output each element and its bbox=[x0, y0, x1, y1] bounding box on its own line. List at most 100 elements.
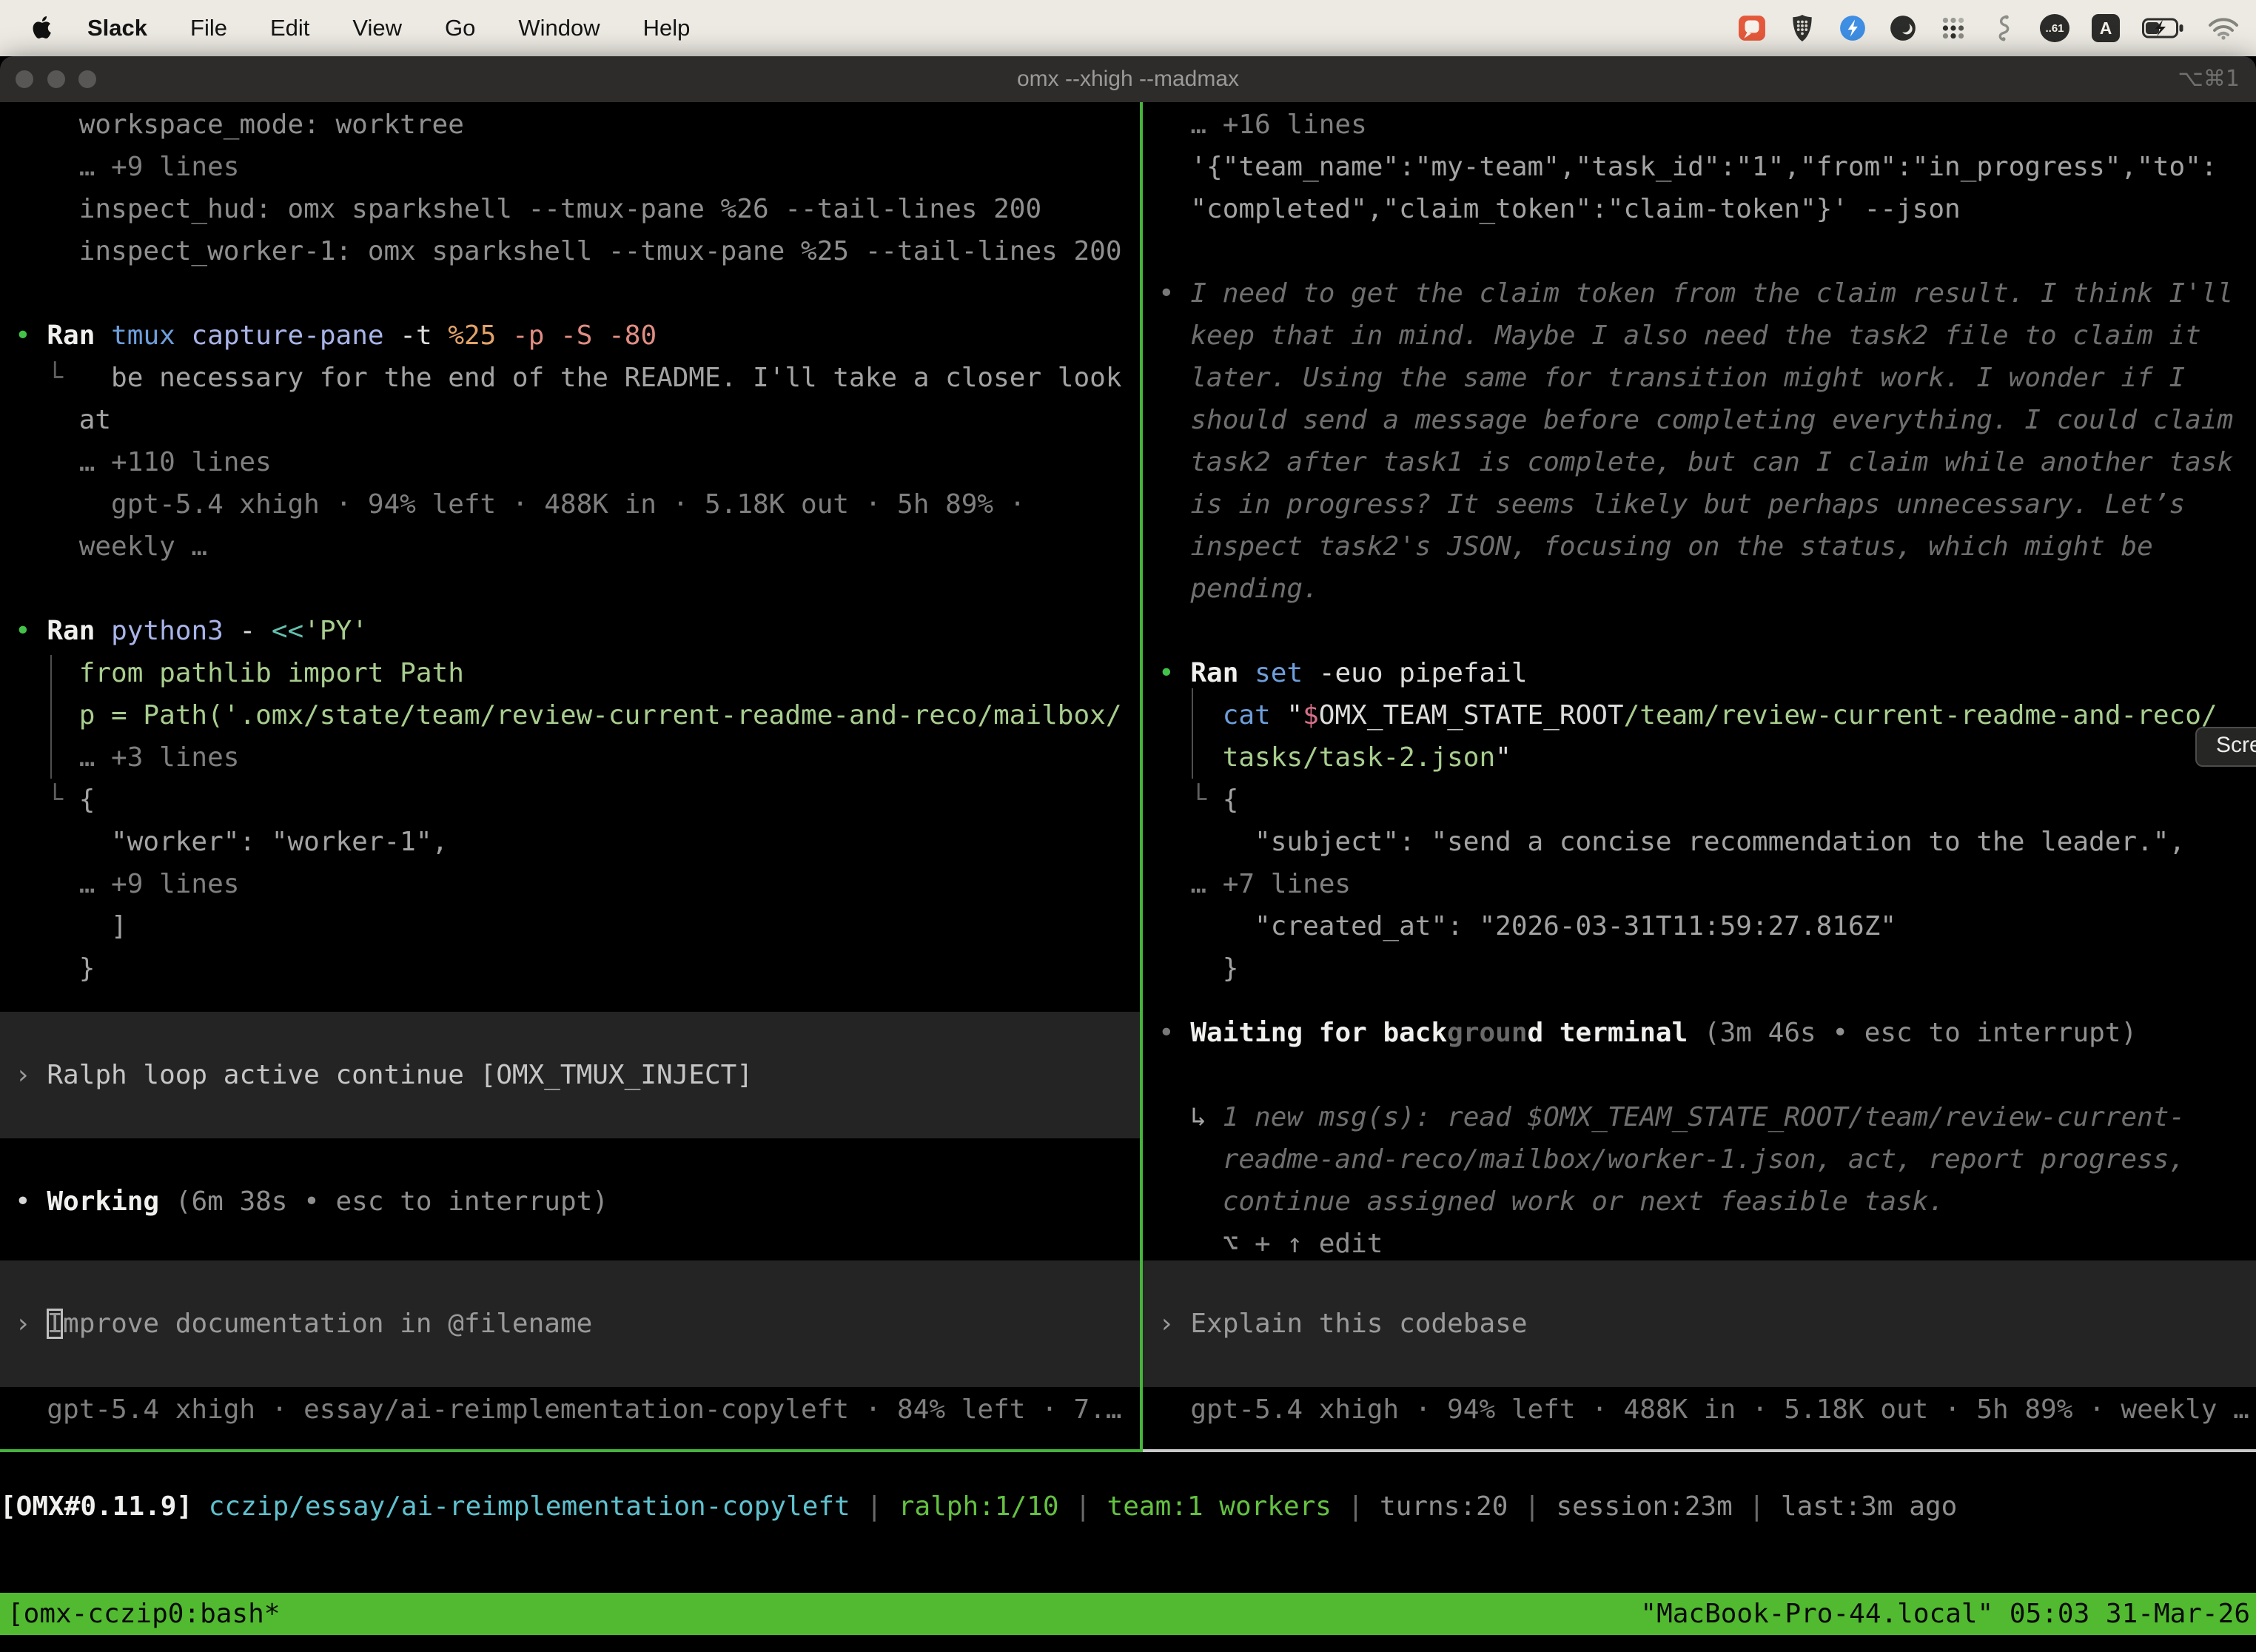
menu-item-help[interactable]: Help bbox=[622, 15, 712, 41]
menu-item-file[interactable]: File bbox=[169, 15, 249, 41]
right-status-text: gpt-5.4 xhigh · 94% left · 488K in · 5.1… bbox=[1143, 1389, 2256, 1431]
menu-item-go[interactable]: Go bbox=[423, 15, 497, 41]
right-prompt-input[interactable]: › Explain this codebase bbox=[1143, 1260, 2256, 1387]
screen-share-overlay: Scre bbox=[2195, 727, 2256, 767]
terminal-line: "worker": "worker-1", bbox=[0, 821, 1140, 863]
terminal-line: … +9 lines bbox=[0, 863, 1140, 905]
messages-badge-icon[interactable] bbox=[1839, 14, 1867, 42]
terminal-line: ⌥ + ↑ edit bbox=[1143, 1223, 2256, 1265]
menu-item-window[interactable]: Window bbox=[497, 15, 621, 41]
dots-grid-icon[interactable] bbox=[1939, 14, 1967, 42]
ran-python-line: • Ran python3 - <<'PY' bbox=[0, 610, 1140, 652]
terminal-line: readme-and-reco/mailbox/worker-1.json, a… bbox=[1143, 1138, 2256, 1181]
ran-tmux-capture-line: • Ran tmux capture-pane -t %25 -p -S -80 bbox=[0, 315, 1140, 357]
tmux-status-bar: [omx-cczip0:bash* "MacBook-Pro-44.local"… bbox=[0, 1593, 2256, 1635]
terminal-window: omx --xhigh --madmax ⌥⌘1 workspace_mode:… bbox=[0, 56, 2256, 1652]
terminal-line bbox=[1143, 1054, 2256, 1096]
slack-notification-icon[interactable] bbox=[1738, 14, 1766, 42]
right-terminal-pane: … +16 lines '{"team_name":"my-team","tas… bbox=[1143, 104, 2256, 1265]
terminal-line: inspect_worker-1: omx sparkshell --tmux-… bbox=[0, 230, 1140, 272]
ralph-loop-line: › Ralph loop active continue [OMX_TMUX_I… bbox=[0, 1054, 1140, 1096]
terminal-line: p = Path('.omx/state/team/review-current… bbox=[0, 694, 1140, 736]
waiting-background-line: • Waiting for background terminal (3m 46… bbox=[1143, 1012, 2256, 1054]
ran-set-pipefail-line: • Ran set -euo pipefail bbox=[1143, 652, 2256, 694]
omx-session-status-line: [OMX#0.11.9] cczip/essay/ai-reimplementa… bbox=[0, 1485, 2256, 1528]
terminal-line: later. Using the same for transition mig… bbox=[1143, 357, 2256, 399]
terminal-line: … +16 lines bbox=[1143, 104, 2256, 146]
tmux-host-clock-label: "MacBook-Pro-44.local" 05:03 31-Mar-26 bbox=[1640, 1593, 2250, 1635]
terminal-line: gpt-5.4 xhigh · 94% left · 488K in · 5.1… bbox=[0, 483, 1140, 526]
terminal-line: '{"team_name":"my-team","task_id":"1","f… bbox=[1143, 146, 2256, 188]
terminal-line: inspect task2's JSON, focusing on the st… bbox=[1143, 526, 2256, 568]
left-pane-status-line: gpt-5.4 xhigh · essay/ai-reimplementatio… bbox=[0, 1389, 1140, 1431]
terminal-line: inspect_hud: omx sparkshell --tmux-pane … bbox=[0, 188, 1140, 230]
terminal-line: } bbox=[1143, 947, 2256, 990]
terminal-line bbox=[0, 990, 1140, 1012]
window-shortcut-hint: ⌥⌘1 bbox=[2178, 56, 2240, 102]
terminal-line: "subject": "send a concise recommendatio… bbox=[1143, 821, 2256, 863]
wifi-icon[interactable] bbox=[2207, 14, 2240, 42]
terminal-line: from pathlib import Path bbox=[0, 652, 1140, 694]
countdown-badge-text: ..61 bbox=[2045, 22, 2064, 35]
screen: SlackFileEditViewGoWindowHelp ..61 bbox=[0, 0, 2256, 1652]
terminal-line bbox=[1143, 990, 2256, 1012]
window-title: omx --xhigh --madmax bbox=[0, 56, 2256, 102]
terminal-line: should send a message before completing … bbox=[1143, 399, 2256, 441]
privacy-shield-icon[interactable] bbox=[1788, 14, 1816, 42]
terminal-line: └ { bbox=[1143, 779, 2256, 821]
battery-charging-icon[interactable] bbox=[2142, 14, 2185, 42]
left-terminal-pane: workspace_mode: worktree … +9 lines insp… bbox=[0, 104, 1140, 1223]
terminal-line: └ { bbox=[0, 779, 1140, 821]
window-title-bar: omx --xhigh --madmax ⌥⌘1 bbox=[0, 56, 2256, 102]
terminal-line: task2 after task1 is complete, but can I… bbox=[1143, 441, 2256, 483]
terminal-line bbox=[0, 1096, 1140, 1138]
terminal-line: } bbox=[0, 947, 1140, 990]
terminal-line bbox=[1143, 610, 2256, 652]
tmux-session-label: [omx-cczip0:bash* bbox=[7, 1593, 280, 1635]
menu-item-view[interactable]: View bbox=[331, 15, 423, 41]
left-input-text: › Improve documentation in @filename bbox=[0, 1303, 1140, 1345]
input-source-icon[interactable]: A bbox=[2092, 14, 2120, 42]
right-input-text: › Explain this codebase bbox=[1143, 1303, 2256, 1345]
terminal-line: └ be necessary for the end of the README… bbox=[0, 357, 1140, 399]
right-pane-status-line: gpt-5.4 xhigh · 94% left · 488K in · 5.1… bbox=[1143, 1389, 2256, 1431]
omx-status-text: [OMX#0.11.9] cczip/essay/ai-reimplementa… bbox=[0, 1485, 2256, 1528]
shortcuts-icon[interactable] bbox=[1990, 14, 2018, 42]
left-status-text: gpt-5.4 xhigh · essay/ai-reimplementatio… bbox=[0, 1389, 1140, 1431]
terminal-line: … +7 lines bbox=[1143, 863, 2256, 905]
terminal-line: is in progress? It seems likely but perh… bbox=[1143, 483, 2256, 526]
terminal-line: "completed","claim_token":"claim-token"}… bbox=[1143, 188, 2256, 230]
terminal-line: pending. bbox=[1143, 568, 2256, 610]
tmux-pane-divider[interactable] bbox=[1140, 102, 1143, 1452]
keyboard-brightness-icon[interactable] bbox=[1889, 14, 1917, 42]
terminal-line: cat "$OMX_TEAM_STATE_ROOT/team/review-cu… bbox=[1143, 694, 2256, 736]
terminal-line bbox=[0, 1012, 1140, 1054]
terminal-line bbox=[0, 568, 1140, 610]
macos-menu-bar: SlackFileEditViewGoWindowHelp ..61 bbox=[0, 0, 2256, 56]
menu-item-slack[interactable]: Slack bbox=[73, 15, 169, 41]
terminal-line bbox=[0, 272, 1140, 315]
terminal-line: workspace_mode: worktree bbox=[0, 104, 1140, 146]
terminal-line: tasks/task-2.json" bbox=[1143, 736, 2256, 779]
right-pane-bottom-border bbox=[1143, 1449, 2256, 1452]
terminal-line: continue assigned work or next feasible … bbox=[1143, 1181, 2256, 1223]
terminal-line: keep that in mind. Maybe I also need the… bbox=[1143, 315, 2256, 357]
left-prompt-input[interactable]: › Improve documentation in @filename bbox=[0, 1260, 1140, 1387]
terminal-line: "created_at": "2026-03-31T11:59:27.816Z" bbox=[1143, 905, 2256, 947]
terminal-line: … +110 lines bbox=[0, 441, 1140, 483]
indent-guide bbox=[50, 655, 52, 779]
menu-status-icons: ..61 A bbox=[1738, 14, 2240, 42]
apple-icon[interactable] bbox=[31, 16, 53, 41]
terminal-line: ] bbox=[0, 905, 1140, 947]
menu-item-edit[interactable]: Edit bbox=[249, 15, 331, 41]
countdown-badge-icon[interactable]: ..61 bbox=[2040, 14, 2069, 42]
terminal-line: ↳ 1 new msg(s): read $OMX_TEAM_STATE_ROO… bbox=[1143, 1096, 2256, 1138]
terminal-line: at bbox=[0, 399, 1140, 441]
terminal-line: weekly … bbox=[0, 526, 1140, 568]
terminal-line: … +9 lines bbox=[0, 146, 1140, 188]
terminal-line bbox=[1143, 230, 2256, 272]
input-source-text: A bbox=[2100, 19, 2112, 38]
terminal-line bbox=[0, 1138, 1140, 1181]
left-pane-bottom-border bbox=[0, 1449, 1140, 1452]
screen-share-overlay-label: Scre bbox=[2216, 733, 2256, 757]
